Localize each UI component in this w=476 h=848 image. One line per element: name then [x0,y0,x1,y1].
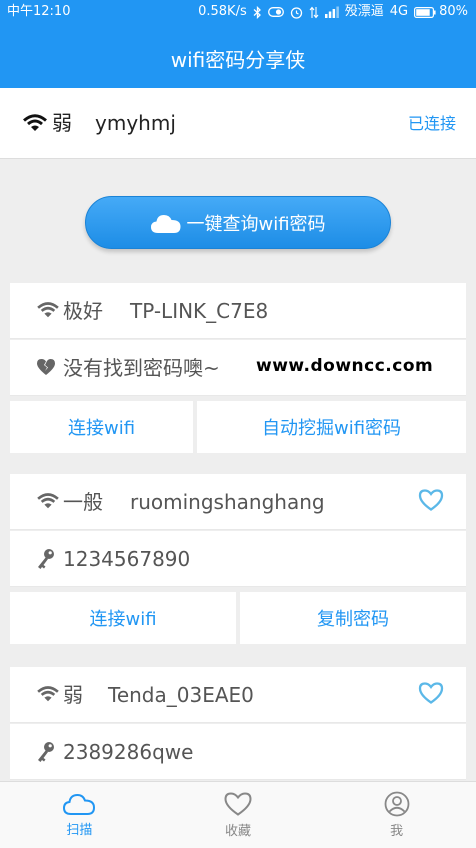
alarm-icon [290,0,303,24]
favorite-heart-icon[interactable] [418,488,444,516]
connect-wifi-button[interactable]: 连接wifi [10,401,193,453]
connected-status: 已连接 [407,114,456,133]
wifi-icon [36,685,60,707]
wifi-icon [23,113,47,137]
status-right: 0.58K/s 殁漂逼 4G 80% [198,0,468,24]
network-header[interactable]: 弱 Tenda_03EAE0 [10,667,466,723]
network-header[interactable]: 极好 TP-LINK_C7E8 [10,283,466,339]
key-icon [36,741,56,767]
top-bar: 中午12:10 0.58K/s 殁漂逼 4G 80% wifi密码分享侠 [0,0,476,88]
network-detail-row: 1234567890 [10,531,466,587]
network-actions: 连接wifi 复制密码 [10,592,466,644]
favorite-heart-icon[interactable] [418,681,444,709]
nav-scan[interactable]: 扫描 [0,782,159,848]
network-detail-row: 2389286qwe [10,724,466,780]
network-strength: 一般 [63,490,103,514]
query-password-button[interactable]: 一键查询wifi密码 [85,196,391,249]
status-bar: 中午12:10 0.58K/s 殁漂逼 4G 80% [0,0,476,24]
nav-scan-label: 扫描 [66,823,93,838]
wifi-icon [36,301,60,323]
network-actions: 连接wifi 自动挖掘wifi密码 [10,401,466,453]
data-transfer-icon [309,0,319,24]
auto-dig-password-button[interactable]: 自动挖掘wifi密码 [197,401,466,453]
bottom-navigation: 扫描 收藏 我 [0,781,476,848]
network-detail: 没有找到密码噢~ [63,356,220,380]
watermark-text: www.downcc.com [256,356,434,376]
network-card: 一般 ruomingshanghang 1234567890 连接wifi 复制… [10,474,466,644]
status-speed: 0.58K/s [198,4,247,19]
network-ssid: TP-LINK_C7E8 [130,299,269,323]
wifi-icon [36,492,60,514]
network-strength: 极好 [63,299,103,323]
battery-icon [414,6,436,18]
status-battery: 80% [439,4,468,19]
nav-favorites-label: 收藏 [225,824,252,839]
nav-me[interactable]: 我 [317,782,476,848]
query-password-label: 一键查询wifi密码 [186,213,326,235]
page-title: wifi密码分享侠 [170,48,306,72]
bluetooth-icon [253,0,262,24]
broken-heart-icon [36,357,56,381]
connect-wifi-button[interactable]: 连接wifi [10,592,236,644]
nav-me-label: 我 [390,824,404,839]
network-header[interactable]: 一般 ruomingshanghang [10,474,466,530]
network-strength: 弱 [63,683,83,707]
network-ssid: Tenda_03EAE0 [108,683,254,707]
status-carrier: 殁漂逼 [344,4,384,19]
cloud-icon [151,214,181,233]
heart-icon [224,792,252,816]
user-icon [384,791,410,817]
network-password: 1234567890 [63,547,191,571]
connected-ssid: ymyhmj [95,111,176,135]
app-screen: 中午12:10 0.58K/s 殁漂逼 4G 80% wifi密码分享侠 弱 y… [0,0,476,848]
signal-icon [324,0,339,24]
copy-password-button[interactable]: 复制密码 [240,592,466,644]
toggle-icon [267,0,284,24]
network-password: 2389286qwe [63,740,194,764]
connected-network-card[interactable]: 弱 ymyhmj 已连接 [0,88,476,159]
battery: 80% [414,0,468,24]
cloud-icon [63,793,96,815]
status-time: 中午12:10 [7,4,71,19]
status-network: 4G [389,4,409,19]
key-icon [36,548,56,574]
network-card: 弱 Tenda_03EAE0 2389286qwe [10,667,466,781]
nav-favorites[interactable]: 收藏 [159,782,318,848]
network-ssid: ruomingshanghang [130,490,325,514]
connected-strength: 弱 [52,111,72,135]
